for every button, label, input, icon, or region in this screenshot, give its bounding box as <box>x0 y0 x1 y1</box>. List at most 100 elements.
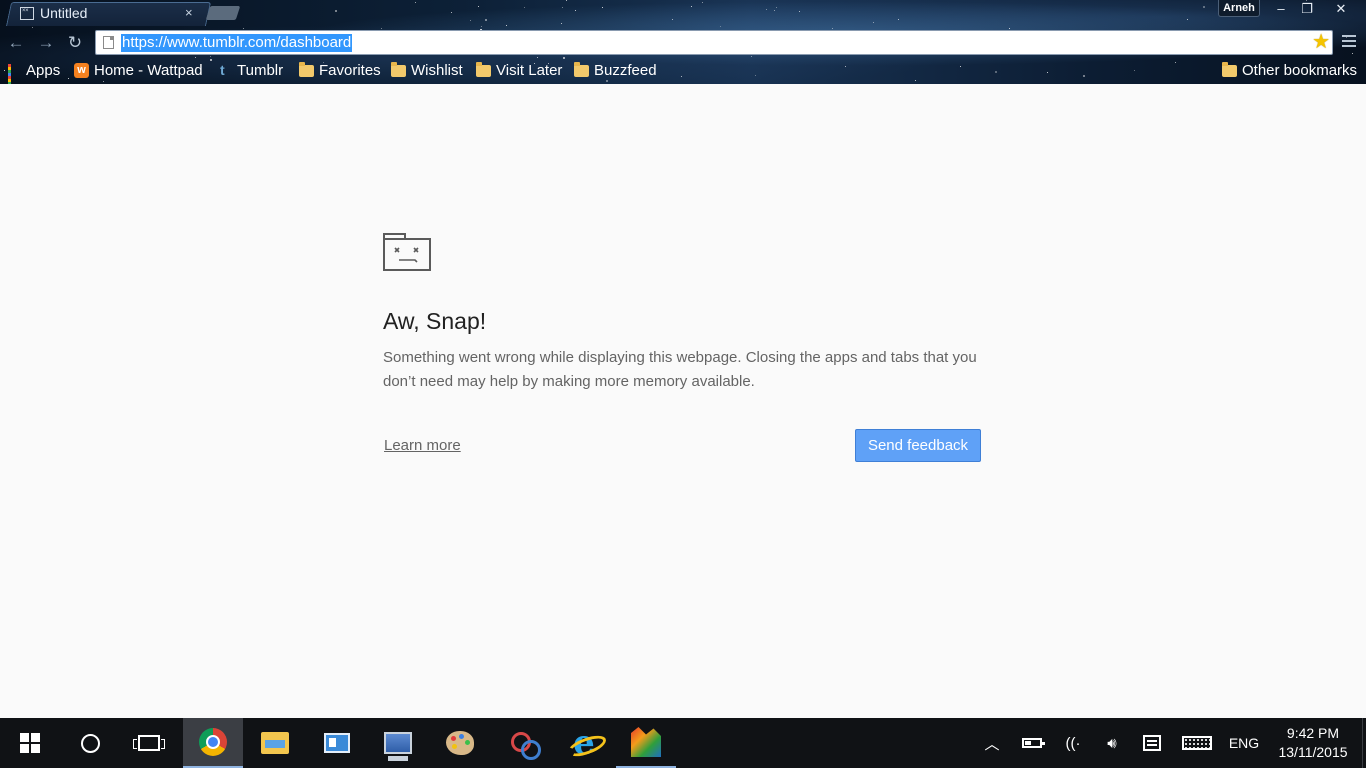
star-decoration <box>751 56 752 57</box>
bookmark-favorites[interactable]: Favorites <box>299 60 381 80</box>
star-decoration <box>470 20 471 21</box>
bookmark-label: Apps <box>26 61 61 79</box>
bookmark-label: Visit Later <box>496 61 563 79</box>
restore-button[interactable]: ❐ <box>1294 0 1320 18</box>
sad-tab-favicon-icon <box>20 6 34 20</box>
star-decoration <box>524 7 525 8</box>
bookmark-star-icon[interactable]: ★ <box>1312 31 1330 54</box>
browser-chrome: Untitled × Arneh – ❐ ✕ ← → ↻ https://www… <box>0 0 1366 84</box>
avg-icon <box>631 727 661 757</box>
star-decoration <box>243 28 244 29</box>
cortana-search-button[interactable] <box>62 718 118 768</box>
tab-content: Untitled <box>20 4 87 22</box>
paint-palette-icon <box>446 731 474 755</box>
star-decoration <box>478 6 479 7</box>
star-decoration <box>1352 53 1353 54</box>
apps-grid-icon <box>8 63 21 84</box>
wifi-icon: ((· <box>1065 734 1081 752</box>
cortana-circle-icon <box>80 733 100 753</box>
folder-icon <box>299 61 314 77</box>
taskbar-app-avg[interactable] <box>616 718 676 768</box>
address-bar[interactable]: https://www.tumblr.com/dashboard ★ <box>95 30 1333 55</box>
network-indicator[interactable]: ((· <box>1060 718 1086 768</box>
close-window-button[interactable]: ✕ <box>1322 0 1360 18</box>
show-hidden-icons-button[interactable]: ︿ <box>980 718 1004 768</box>
star-decoration <box>415 2 416 3</box>
bookmark-other-bookmarks[interactable]: Other bookmarks <box>1222 60 1357 80</box>
star-decoration <box>776 7 777 8</box>
star-decoration <box>832 28 833 29</box>
folder-icon <box>574 61 589 77</box>
bookmark-label: Other bookmarks <box>1242 61 1358 79</box>
taskbar-app-snipping-tool[interactable] <box>492 718 552 768</box>
star-decoration <box>451 12 452 13</box>
star-decoration <box>799 11 800 12</box>
show-desktop-button[interactable] <box>1362 718 1366 768</box>
battery-indicator[interactable] <box>1018 718 1046 768</box>
star-decoration <box>210 56 211 57</box>
touch-keyboard-button[interactable] <box>1180 718 1214 768</box>
star-decoration <box>873 22 874 23</box>
speaker-icon: 🔊︎ <box>1107 734 1117 752</box>
star-decoration <box>335 10 337 12</box>
folder-icon <box>261 732 289 754</box>
bookmark-tumblr[interactable]: t Tumblr <box>220 60 283 80</box>
star-decoration <box>774 10 775 11</box>
taskbar-app-paint[interactable] <box>430 718 490 768</box>
notification-icon <box>1143 735 1161 751</box>
bookmark-visit-later[interactable]: Visit Later <box>476 60 562 80</box>
back-button[interactable]: ← <box>6 33 26 53</box>
minimize-button[interactable]: – <box>1268 0 1294 18</box>
bookmark-buzzfeed[interactable]: Buzzfeed <box>574 60 657 80</box>
taskbar-app-file-explorer[interactable] <box>245 718 305 768</box>
taskbar-app-contacts[interactable] <box>307 718 367 768</box>
taskbar-app-internet-explorer[interactable]: e <box>554 718 614 768</box>
new-tab-button[interactable] <box>205 6 241 20</box>
bookmark-apps[interactable]: Apps <box>8 60 61 84</box>
star-decoration <box>575 10 576 11</box>
profile-button[interactable]: Arneh <box>1218 0 1260 17</box>
bookmark-label: Home - Wattpad <box>94 61 203 79</box>
bookmark-wishlist[interactable]: Wishlist <box>391 60 463 80</box>
folder-icon <box>1222 61 1237 77</box>
keyboard-icon <box>1182 736 1212 750</box>
contact-card-icon <box>324 733 350 753</box>
volume-indicator[interactable]: 🔊︎ <box>1098 718 1126 768</box>
clock-date: 13/11/2015 <box>1278 744 1348 760</box>
star-decoration <box>481 26 482 27</box>
reload-button[interactable]: ↻ <box>65 33 85 53</box>
chrome-icon <box>199 728 227 756</box>
star-decoration <box>32 27 33 28</box>
forward-button[interactable]: → <box>36 33 56 53</box>
error-message: Something went wrong while displaying th… <box>383 349 977 390</box>
folder-icon <box>476 61 491 77</box>
taskbar-app-this-pc[interactable] <box>368 718 428 768</box>
chevron-up-icon: ︿ <box>984 735 1000 753</box>
learn-more-link[interactable]: Learn more <box>384 437 461 454</box>
tab-close-icon[interactable]: × <box>185 5 193 20</box>
star-decoration <box>1009 28 1010 29</box>
bookmarks-bar: Apps w Home - Wattpad t Tumblr Favorites… <box>0 58 1366 84</box>
computer-icon <box>384 732 412 761</box>
chrome-menu-icon[interactable] <box>1342 35 1356 49</box>
star-decoration <box>1203 6 1205 8</box>
send-feedback-button[interactable]: Send feedback <box>855 429 981 462</box>
bookmark-label: Buzzfeed <box>594 61 657 79</box>
clock[interactable]: 9:42 PM 13/11/2015 <box>1268 718 1358 768</box>
taskbar-app-chrome[interactable] <box>183 718 243 768</box>
url-text[interactable]: https://www.tumblr.com/dashboard <box>121 34 353 52</box>
ie-icon: e <box>573 723 595 763</box>
bookmark-home-wattpad[interactable]: w Home - Wattpad <box>74 60 203 80</box>
star-decoration <box>672 19 673 20</box>
input-language-button[interactable]: ENG <box>1224 718 1264 768</box>
page-icon <box>103 36 114 49</box>
scissors-icon <box>509 730 541 760</box>
star-decoration <box>381 28 382 29</box>
tab-title: Untitled <box>40 5 88 21</box>
action-center-button[interactable] <box>1138 718 1166 768</box>
taskbar: e ︿ ((· 🔊︎ ENG 9:42 PM 13/11/2015 <box>0 718 1366 768</box>
error-title: Aw, Snap! <box>383 308 487 334</box>
wattpad-icon: w <box>74 62 89 78</box>
start-button[interactable] <box>0 718 60 768</box>
task-view-button[interactable] <box>120 718 178 768</box>
